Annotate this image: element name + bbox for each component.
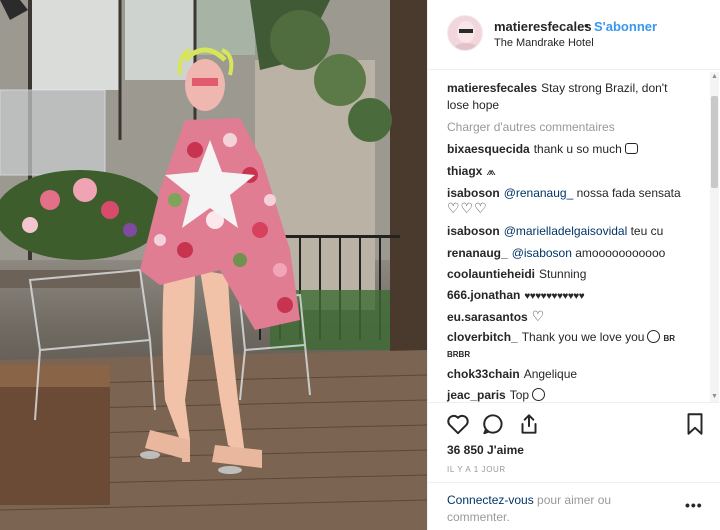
caption-line-1: matieresfecales Stay strong Brazil, don't — [447, 80, 702, 97]
location-link[interactable]: The Mandrake Hotel — [494, 37, 594, 49]
login-prompt-line2: commenter. — [447, 510, 510, 524]
comment-text: ♥♥♥♥♥♥♥♥♥♥♥ — [524, 291, 585, 302]
post-photo[interactable] — [0, 0, 427, 530]
comment-mention[interactable]: @renanaug_ — [504, 186, 574, 200]
comment-item: isaboson @marielladelgaisovidal teu cu — [447, 223, 702, 240]
comment-item: chok33chain Angelique — [447, 366, 702, 383]
comment-text: thank u so much — [533, 142, 622, 156]
caption-username[interactable]: matieresfecales — [447, 81, 537, 95]
smiley-emoji-icon — [532, 388, 546, 401]
comment-text: teu cu — [627, 224, 664, 238]
scroll-up-arrow-icon[interactable]: ▲ — [711, 73, 718, 80]
praying-hands-icon: ⩕ — [486, 164, 496, 178]
comments-list[interactable]: matieresfecales Stay strong Brazil, don't… — [428, 70, 720, 402]
comment-mention[interactable]: @marielladelgaisovidal — [504, 224, 628, 238]
header-separator: • — [584, 18, 589, 33]
comment-item: renanaug_ @isaboson amooooooooooo — [447, 245, 702, 262]
post-header: matieresfecales • S'abonner The Mandrake… — [428, 0, 720, 70]
comment-username[interactable]: coolauntieheidi — [447, 267, 535, 281]
comment-username[interactable]: bixaesquecida — [447, 142, 530, 156]
post-timestamp[interactable]: IL Y A 1 JOUR — [447, 465, 506, 474]
login-link[interactable]: Connectez-vous — [447, 493, 534, 507]
comment-username[interactable]: isaboson — [447, 186, 500, 200]
comment-username[interactable]: renanaug_ — [447, 246, 508, 260]
comment-username[interactable]: isaboson — [447, 224, 500, 238]
comment-flag-tag: BR — [663, 334, 676, 343]
emoji-icon — [624, 143, 638, 154]
comment-username[interactable]: thiagx — [447, 164, 482, 178]
comment-text: amooooooooooo — [571, 246, 666, 260]
comments-scrollbar[interactable]: ▲ ▼ — [710, 72, 719, 402]
comment-text: Thank you we love you — [521, 330, 645, 344]
comment-mention[interactable]: @isaboson — [512, 246, 572, 260]
comment-item: cloverbitch_ Thank you we love you BR — [447, 329, 702, 347]
login-prompt-rest: pour aimer ou — [533, 493, 612, 507]
avatar[interactable] — [447, 15, 483, 51]
comment-text: ♡ — [531, 308, 545, 324]
avatar-face-icon — [448, 16, 482, 50]
post-photo-illustration — [0, 0, 427, 530]
post-side-panel: matieresfecales • S'abonner The Mandrake… — [427, 0, 720, 530]
post-actions: 36 850 J'aime IL Y A 1 JOUR — [428, 402, 720, 482]
comment-item: jeac_paris Top — [447, 387, 702, 402]
likes-count[interactable]: 36 850 J'aime — [447, 443, 524, 457]
share-icon[interactable] — [516, 411, 542, 437]
smiley-emoji-icon — [647, 330, 661, 343]
comment-username[interactable]: chok33chain — [447, 367, 520, 381]
header-username[interactable]: matieresfecales — [494, 19, 592, 34]
comment-text: Stunning — [539, 267, 587, 281]
comment-item: eu.sarasantos ♡ — [447, 308, 702, 326]
comment-flag-line: BRBR — [447, 350, 471, 359]
comment-item: 666.jonathan ♥♥♥♥♥♥♥♥♥♥♥ — [447, 287, 702, 305]
scrollbar-thumb[interactable] — [711, 96, 718, 188]
comment-username[interactable]: cloverbitch_ — [447, 330, 518, 344]
login-prompt: Connectez-vous pour aimer ou commenter. … — [428, 482, 720, 530]
bookmark-icon[interactable] — [682, 411, 708, 437]
comment-username[interactable]: jeac_paris — [447, 388, 506, 402]
follow-button[interactable]: S'abonner — [594, 19, 657, 34]
load-more-label: Charger d'autres commentaires — [447, 120, 615, 134]
comment-icon[interactable] — [480, 411, 506, 437]
comment-username[interactable]: 666.jonathan — [447, 288, 520, 302]
login-prompt-text: Connectez-vous pour aimer ou commenter. — [447, 492, 657, 526]
comment-text: Angelique — [523, 367, 578, 381]
comment-item: coolauntieheidi Stunning — [447, 266, 702, 283]
load-more-comments-button[interactable]: Charger d'autres commentaires — [447, 119, 702, 136]
comment-text: nossa fada sensata — [573, 186, 681, 200]
caption-line-2: lose hope — [447, 98, 500, 112]
caption-text: Stay strong Brazil, don't — [541, 81, 668, 95]
comment-item: thiagx ⩕ — [447, 163, 702, 180]
more-options-icon[interactable]: ••• — [685, 497, 703, 513]
comment-item: bixaesquecida thank u so much — [447, 141, 702, 158]
scroll-down-arrow-icon[interactable]: ▼ — [711, 393, 718, 400]
comment-text: Top — [509, 388, 530, 402]
comment-username[interactable]: eu.sarasantos — [447, 310, 528, 324]
heart-icon[interactable] — [445, 411, 471, 437]
comment-hearts: ♡♡♡ — [447, 200, 488, 216]
